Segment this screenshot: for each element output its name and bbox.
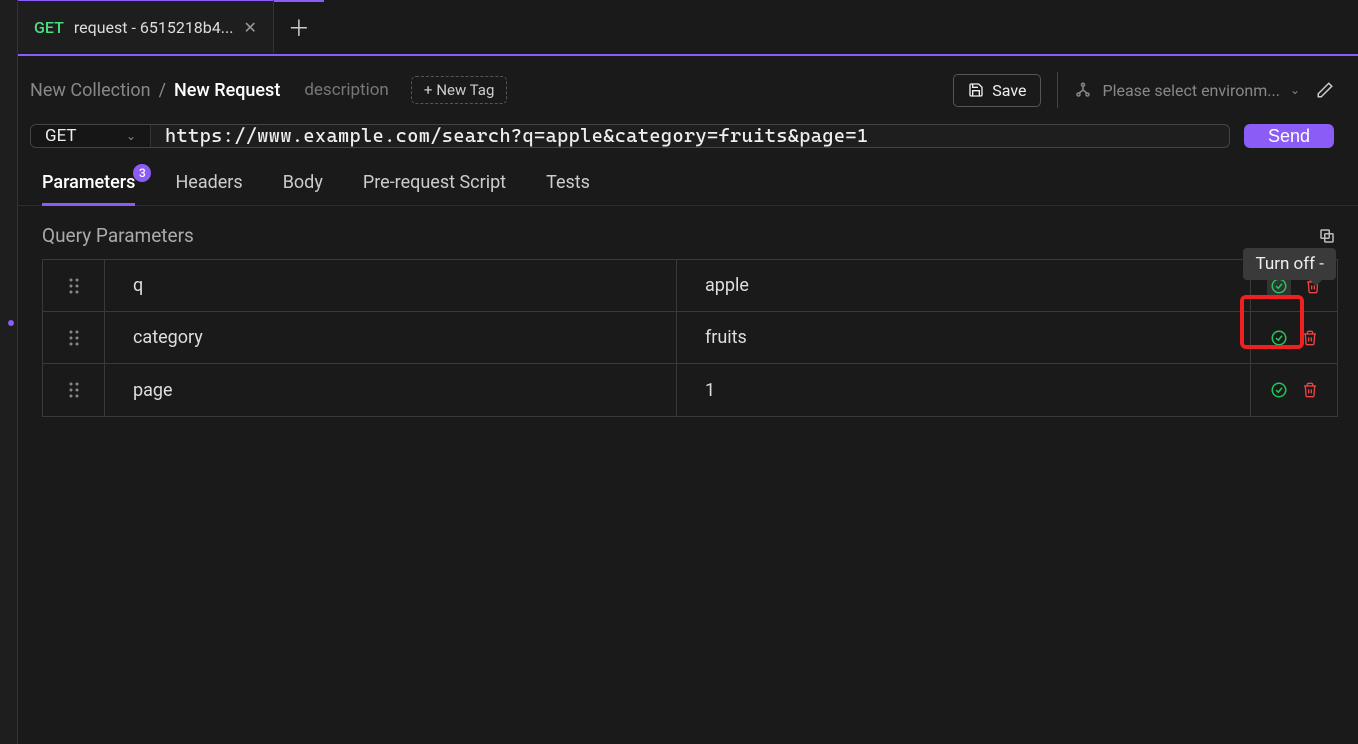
param-value-input[interactable]: 1: [677, 364, 1251, 416]
breadcrumb-separator: /: [159, 80, 166, 101]
delete-param-button[interactable]: [1302, 382, 1318, 398]
section-header: Query Parameters: [0, 206, 1358, 259]
edit-environment-button[interactable]: [1316, 81, 1334, 99]
chevron-down-icon: ⌄: [1290, 83, 1300, 97]
method-label: GET: [45, 126, 77, 146]
breadcrumb-current[interactable]: New Request: [174, 80, 280, 101]
tab-title: request - 6515218b4...: [74, 18, 234, 37]
request-tab[interactable]: GET request - 6515218b4... ✕: [18, 0, 274, 53]
parameters-count-badge: 3: [133, 164, 151, 182]
breadcrumb-parent[interactable]: New Collection: [30, 80, 151, 101]
chevron-down-icon: ⌄: [126, 129, 136, 143]
add-tab-button[interactable]: ＋: [274, 11, 324, 43]
save-icon: [968, 82, 984, 98]
drag-handle[interactable]: [43, 364, 105, 416]
param-key-input[interactable]: q: [105, 260, 677, 311]
param-key-input[interactable]: category: [105, 312, 677, 363]
param-value-input[interactable]: fruits: [677, 312, 1251, 363]
new-tag-button[interactable]: + New Tag: [411, 76, 508, 104]
drag-icon: [69, 278, 79, 294]
trash-icon: [1302, 330, 1318, 346]
drag-handle[interactable]: [43, 260, 105, 311]
trash-icon: [1302, 382, 1318, 398]
tab-method-label: GET: [34, 18, 64, 37]
tab-body[interactable]: Body: [283, 162, 323, 205]
sidebar-indicator: [8, 320, 14, 326]
pencil-icon: [1316, 81, 1334, 99]
save-button[interactable]: Save: [953, 74, 1041, 107]
new-tag-label: New Tag: [436, 81, 494, 99]
description-field[interactable]: description: [304, 80, 389, 100]
table-row: page 1: [43, 364, 1337, 416]
save-label: Save: [992, 81, 1026, 100]
tab-parameters-label: Parameters: [42, 172, 135, 193]
toggle-param-button[interactable]: [1270, 381, 1288, 399]
send-button[interactable]: Send: [1244, 124, 1334, 148]
request-header: New Collection / New Request description…: [0, 56, 1358, 120]
sidebar-edge: [0, 0, 18, 744]
tab-bar: GET request - 6515218b4... ✕ ＋: [18, 0, 1358, 56]
breadcrumb: New Collection / New Request: [30, 80, 280, 101]
copy-button[interactable]: [1318, 227, 1336, 245]
url-input[interactable]: https://www.example.com/search?q=apple&c…: [151, 125, 1229, 147]
param-key-input[interactable]: page: [105, 364, 677, 416]
request-tabs: Parameters 3 Headers Body Pre-request Sc…: [0, 152, 1358, 206]
divider: [1057, 72, 1058, 108]
copy-icon: [1318, 227, 1336, 245]
check-circle-icon: [1270, 329, 1288, 347]
param-actions: [1251, 312, 1337, 363]
check-circle-icon: [1270, 381, 1288, 399]
tab-pre-request[interactable]: Pre-request Script: [363, 162, 506, 205]
drag-icon: [69, 382, 79, 398]
section-title: Query Parameters: [42, 224, 194, 247]
tab-headers[interactable]: Headers: [175, 162, 242, 205]
tab-parameters[interactable]: Parameters 3: [42, 162, 135, 205]
drag-handle[interactable]: [43, 312, 105, 363]
drag-icon: [69, 330, 79, 346]
delete-param-button[interactable]: [1302, 330, 1318, 346]
method-url-container: GET ⌄ https://www.example.com/search?q=a…: [30, 124, 1230, 148]
environment-placeholder: Please select environm...: [1102, 81, 1279, 100]
param-value-input[interactable]: apple: [677, 260, 1251, 311]
environment-icon: [1074, 81, 1092, 99]
close-icon[interactable]: ✕: [243, 18, 256, 37]
method-select[interactable]: GET ⌄: [31, 125, 151, 147]
tab-tests[interactable]: Tests: [546, 162, 590, 205]
url-row: GET ⌄ https://www.example.com/search?q=a…: [0, 120, 1358, 152]
table-row: category fruits: [43, 312, 1337, 364]
params-table: q apple category fruits: [42, 259, 1338, 417]
table-row: q apple: [43, 260, 1337, 312]
environment-select[interactable]: Please select environm... ⌄: [1074, 81, 1300, 100]
param-actions: [1251, 364, 1337, 416]
tooltip: Turn off -: [1243, 248, 1336, 280]
toggle-param-button[interactable]: [1270, 329, 1288, 347]
plus-icon: +: [424, 81, 433, 99]
